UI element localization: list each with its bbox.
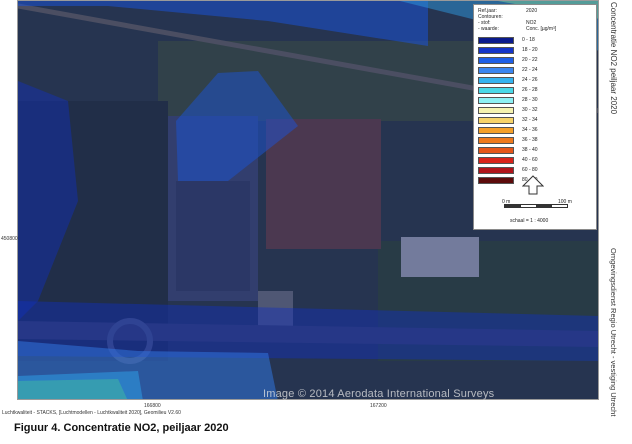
- legend-item: 18 - 20: [478, 45, 538, 55]
- legend-label: 28 - 30: [522, 97, 538, 103]
- legend-item: 38 - 40: [478, 145, 538, 155]
- legend-label: 26 - 28: [522, 87, 538, 93]
- legend-label: 22 - 24: [522, 67, 538, 73]
- legend-swatch: [478, 136, 514, 144]
- legend-item: 32 - 34: [478, 115, 538, 125]
- legend-label: 38 - 40: [522, 147, 538, 153]
- map-legend: Ref.jaar: Contouren: - stof: - waarde: 2…: [473, 4, 597, 230]
- legend-item: 40 - 60: [478, 155, 538, 165]
- legend-item: 0 - 18: [478, 35, 538, 45]
- legend-swatch: [478, 156, 514, 164]
- legend-swatch: [478, 46, 514, 54]
- coord-x1-label: 166800: [144, 403, 161, 409]
- legend-swatch: [478, 36, 514, 44]
- scale-bar: [504, 204, 568, 208]
- legend-label: 20 - 22: [522, 57, 538, 63]
- legend-label: 24 - 26: [522, 77, 538, 83]
- legend-meta-values: 2020 NO2 Conc. [µg/m³]: [526, 8, 556, 32]
- legend-swatch: [478, 96, 514, 104]
- north-arrow-icon: [522, 175, 544, 195]
- coord-x2-label: 167200: [370, 403, 387, 409]
- legend-swatch: [478, 56, 514, 64]
- legend-label: 32 - 34: [522, 117, 538, 123]
- legend-key-value: - waarde:: [478, 26, 499, 32]
- legend-swatch: [478, 166, 514, 174]
- legend-swatch: [478, 176, 514, 184]
- legend-item: 30 - 32: [478, 105, 538, 115]
- legend-swatch: [478, 86, 514, 94]
- legend-swatch: [478, 106, 514, 114]
- imagery-credit: Image © 2014 Aerodata International Surv…: [263, 388, 495, 400]
- legend-label: 30 - 32: [522, 107, 538, 113]
- legend-label: 0 - 18: [522, 37, 535, 43]
- legend-label: 18 - 20: [522, 47, 538, 53]
- legend-item: 22 - 24: [478, 65, 538, 75]
- legend-item: 26 - 28: [478, 85, 538, 95]
- legend-item: 28 - 30: [478, 95, 538, 105]
- map-title-vertical: Concentratie NO2 peiljaar 2020: [609, 2, 618, 115]
- legend-label: 36 - 38: [522, 137, 538, 143]
- legend-item: 34 - 36: [478, 125, 538, 135]
- scale-ratio-text: schaal = 1 : 4000: [510, 218, 549, 224]
- legend-label: 60 - 80: [522, 167, 538, 173]
- legend-swatch: [478, 146, 514, 154]
- legend-swatch: [478, 126, 514, 134]
- legend-item: 20 - 22: [478, 55, 538, 65]
- legend-items: 0 - 18 18 - 20 20 - 22 22 - 24 24 - 26 26 - 2…: [478, 35, 538, 185]
- organisation-vertical: Omgevingsdienst Regio Utrecht - vestigin…: [609, 248, 618, 417]
- legend-label: 34 - 36: [522, 127, 538, 133]
- legend-swatch: [478, 66, 514, 74]
- legend-swatch: [478, 116, 514, 124]
- legend-label: 40 - 60: [522, 157, 538, 163]
- legend-meta-keys: Ref.jaar: Contouren: - stof: - waarde:: [478, 8, 503, 32]
- legend-item: 60 - 80: [478, 165, 538, 175]
- model-credits: Luchtkwaliteit - STACKS, [Luchtmodellen …: [2, 410, 181, 416]
- figure-caption: Figuur 4. Concentratie NO2, peiljaar 202…: [14, 422, 229, 434]
- legend-swatch: [478, 76, 514, 84]
- coord-y-label: 450800: [1, 236, 18, 242]
- legend-item: 24 - 26: [478, 75, 538, 85]
- legend-val-value: Conc. [µg/m³]: [526, 26, 557, 32]
- legend-item: 36 - 38: [478, 135, 538, 145]
